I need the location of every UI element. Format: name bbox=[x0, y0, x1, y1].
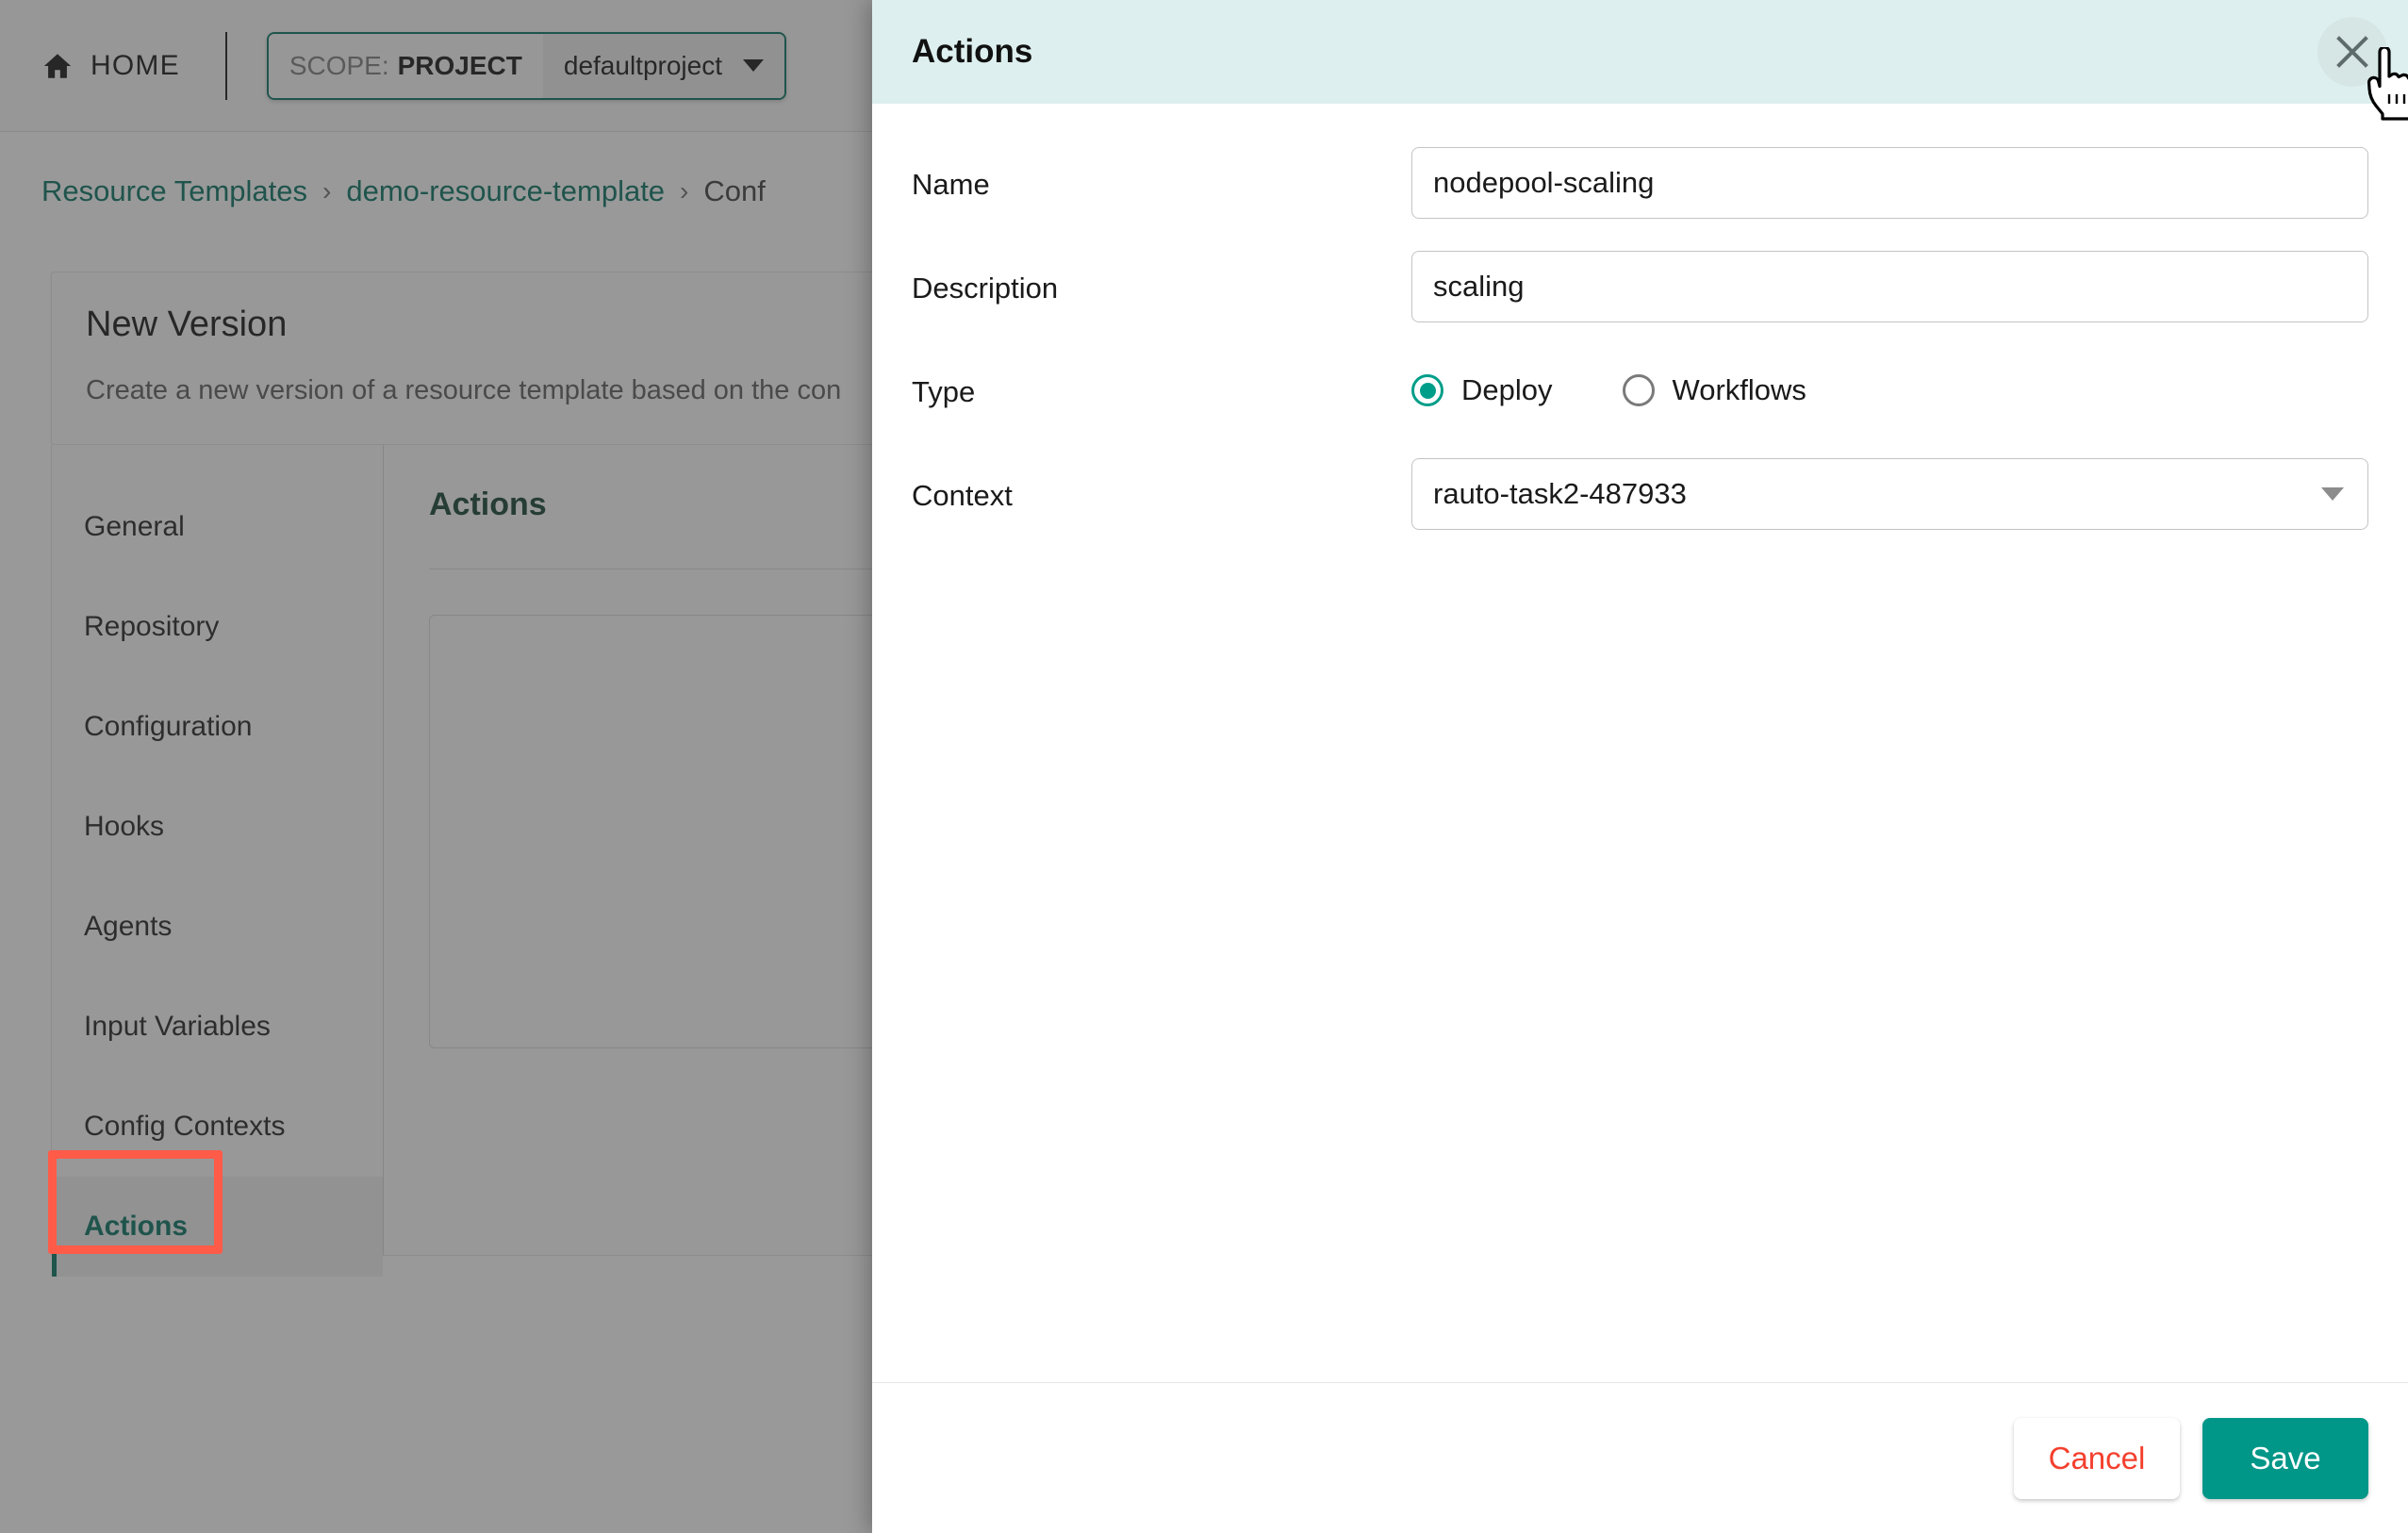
name-field-row: Name bbox=[912, 147, 2368, 219]
modal-title: Actions bbox=[912, 33, 1033, 70]
type-field-row: Type Deploy Workflows bbox=[912, 354, 2368, 426]
modal-header: Actions bbox=[872, 0, 2408, 104]
name-label: Name bbox=[912, 168, 990, 201]
cancel-button[interactable]: Cancel bbox=[2014, 1417, 2180, 1499]
type-radio-group: Deploy Workflows bbox=[1411, 354, 2368, 426]
description-control bbox=[1411, 251, 2368, 322]
description-field-row: Description bbox=[912, 251, 2368, 322]
type-label: Type bbox=[912, 375, 976, 408]
radio-deploy-indicator[interactable] bbox=[1411, 374, 1443, 406]
radio-workflows-label: Workflows bbox=[1672, 373, 1806, 406]
close-icon[interactable] bbox=[2317, 17, 2387, 87]
context-control: rauto-task2-487933 bbox=[1411, 458, 2368, 530]
name-control bbox=[1411, 147, 2368, 219]
actions-modal: Actions Name Description Type bbox=[872, 0, 2408, 1533]
modal-body: Name Description Type Deploy bbox=[872, 104, 2408, 1382]
context-field-row: Context rauto-task2-487933 bbox=[912, 458, 2368, 530]
radio-workflows-indicator[interactable] bbox=[1622, 374, 1655, 406]
save-button[interactable]: Save bbox=[2202, 1417, 2368, 1499]
context-label: Context bbox=[912, 479, 1013, 512]
description-label: Description bbox=[912, 272, 1059, 305]
context-select[interactable]: rauto-task2-487933 bbox=[1411, 458, 2368, 530]
radio-option-workflows[interactable]: Workflows bbox=[1622, 373, 1806, 407]
modal-footer: Cancel Save bbox=[872, 1382, 2408, 1533]
name-input[interactable] bbox=[1411, 147, 2368, 219]
context-select-wrap: rauto-task2-487933 bbox=[1411, 458, 2368, 530]
description-input[interactable] bbox=[1411, 251, 2368, 322]
radio-deploy-label: Deploy bbox=[1461, 373, 1553, 406]
radio-option-deploy[interactable]: Deploy bbox=[1411, 373, 1553, 407]
type-control: Deploy Workflows bbox=[1411, 354, 2368, 426]
